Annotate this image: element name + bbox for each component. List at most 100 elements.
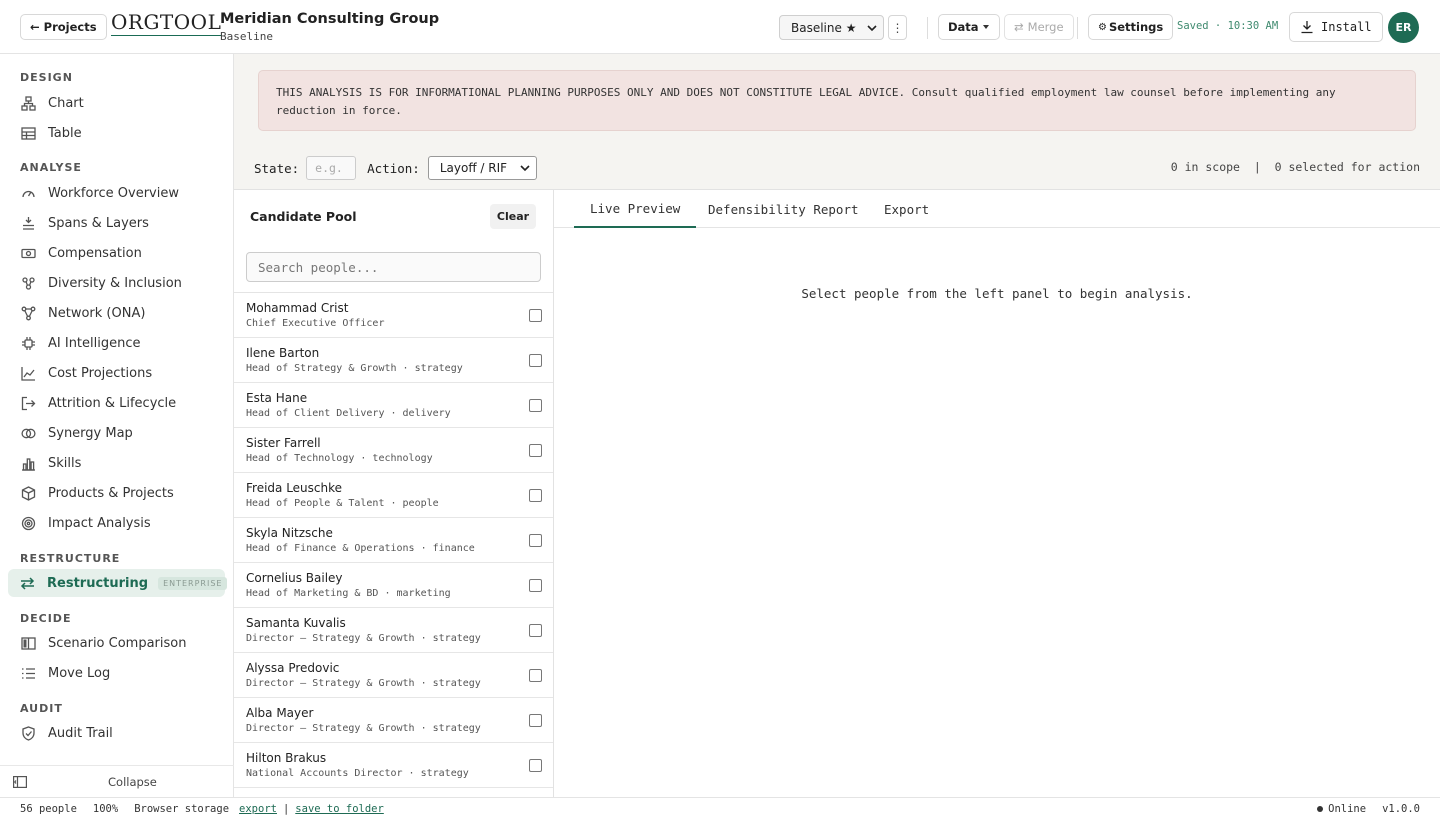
select-checkbox[interactable] (529, 624, 542, 637)
select-checkbox[interactable] (529, 354, 542, 367)
sidebar-item-table[interactable]: Table (8, 119, 225, 147)
sidebar-item-workforce-overview[interactable]: Workforce Overview (8, 179, 225, 207)
sidebar-item-synergy-map[interactable]: Synergy Map (8, 419, 225, 447)
sidebar-item-move-log[interactable]: Move Log (8, 659, 225, 687)
select-checkbox[interactable] (529, 759, 542, 772)
person-name: Alba Mayer (246, 706, 314, 720)
line-chart-icon (20, 365, 36, 381)
collapse-label: Collapse (108, 774, 157, 789)
list-item[interactable]: Skyla Nitzsche Head of Finance & Operatio… (234, 518, 553, 563)
sidebar-item-products-projects[interactable]: Products & Projects (8, 479, 225, 507)
list-icon (20, 665, 36, 681)
table-icon (20, 125, 36, 141)
action-label: Action: (367, 160, 420, 176)
org-name: Meridian Consulting Group (220, 11, 440, 27)
sidebar-item-label: Skills (48, 455, 82, 471)
sidebar-item-ai-intelligence[interactable]: AI Intelligence (8, 329, 225, 357)
list-item[interactable]: Sister Farrell Head of Technology · techn… (234, 428, 553, 473)
list-item[interactable]: Alyssa Predovic Director — Strategy & Gro… (234, 653, 553, 698)
select-checkbox[interactable] (529, 579, 542, 592)
tab-live-preview[interactable]: Live Preview (574, 190, 697, 228)
settings-button[interactable]: ⚙ Settings (1088, 14, 1174, 40)
action-select[interactable]: Layoff / RIF (427, 156, 537, 180)
chevron-down-icon (520, 165, 530, 172)
merge-button[interactable]: ⇄ Merge (1004, 14, 1074, 40)
search-people-input[interactable]: Search people... (246, 252, 541, 282)
section-decide: DECIDE (20, 612, 72, 625)
list-item[interactable]: Ilene Barton Head of Strategy & Growth · … (234, 338, 553, 383)
sidebar-toggle-icon (13, 775, 27, 788)
select-checkbox[interactable] (529, 309, 542, 322)
sidebar-item-label: Workforce Overview (48, 185, 179, 201)
sidebar-item-cost-projections[interactable]: Cost Projections (8, 359, 225, 387)
person-name: Samanta Kuvalis (246, 616, 346, 630)
sidebar-item-attrition-lifecycle[interactable]: Attrition & Lifecycle (8, 389, 225, 417)
select-checkbox[interactable] (529, 489, 542, 502)
data-label: Data (948, 20, 979, 34)
save-to-folder-link[interactable]: save to folder (295, 803, 384, 815)
sidebar-item-impact-analysis[interactable]: Impact Analysis (8, 509, 225, 537)
caret-down-icon (982, 25, 989, 29)
sidebar-item-restructuring[interactable]: Restructuring ENTERPRISE (8, 569, 228, 597)
sidebar: DESIGN Chart Table ANALYSE Workforce Ove… (0, 54, 234, 797)
select-checkbox[interactable] (529, 669, 542, 682)
select-checkbox[interactable] (529, 714, 542, 727)
user-avatar[interactable]: ER (1388, 12, 1419, 43)
people-list: Mohammad Crist Chief Executive Officer Il… (234, 292, 553, 788)
person-role: Head of Finance & Operations · finance (246, 543, 475, 554)
tab-defensibility-report[interactable]: Defensibility Report (708, 190, 859, 228)
select-checkbox[interactable] (529, 534, 542, 547)
sidebar-item-label: Audit Trail (48, 725, 113, 741)
sidebar-item-label: Cost Projections (48, 365, 153, 381)
columns-icon (20, 635, 36, 651)
list-item[interactable]: Hilton Brakus National Accounts Director … (234, 743, 553, 788)
sidebar-item-label: Table (48, 125, 82, 141)
divider (1077, 17, 1078, 39)
scenario-select[interactable]: Baseline ★ (779, 15, 884, 40)
bar-chart-icon (20, 455, 36, 471)
person-role: Head of Technology · technology (246, 453, 433, 464)
tab-export[interactable]: Export (884, 190, 929, 228)
list-item[interactable]: Esta Hane Head of Client Delivery · deliv… (234, 383, 553, 428)
person-role: Head of Marketing & BD · marketing (246, 588, 451, 599)
collapse-sidebar-button[interactable]: Collapse (0, 765, 234, 797)
money-icon (20, 245, 36, 261)
section-audit: AUDIT (20, 702, 63, 715)
list-item[interactable]: Freida Leuschke Head of People & Talent ·… (234, 473, 553, 518)
state-input[interactable]: e.g. (306, 156, 357, 180)
list-item[interactable]: Cornelius Bailey Head of Marketing & BD ·… (234, 563, 553, 608)
swap-icon (20, 575, 35, 591)
scenario-menu-button[interactable]: ⋮ (888, 15, 907, 40)
sidebar-item-scenario-comparison[interactable]: Scenario Comparison (8, 629, 225, 657)
section-restructure: RESTRUCTURE (20, 552, 121, 565)
list-item[interactable]: Samanta Kuvalis Director — Strategy & Gro… (234, 608, 553, 653)
kebab-icon: ⋮ (891, 20, 904, 35)
sidebar-item-diversity-inclusion[interactable]: Diversity & Inclusion (8, 269, 225, 297)
download-icon (1301, 21, 1313, 34)
install-button[interactable]: Install (1289, 12, 1383, 42)
sidebar-item-compensation[interactable]: Compensation (8, 239, 225, 267)
merge-icon: ⇄ (1014, 20, 1024, 34)
gear-icon: ⚙ (1098, 21, 1107, 33)
sidebar-item-skills[interactable]: Skills (8, 449, 225, 477)
list-item[interactable]: Mohammad Crist Chief Executive Officer (234, 293, 553, 338)
sidebar-item-chart[interactable]: Chart (8, 89, 225, 117)
list-item[interactable]: Alba Mayer Director — Strategy & Growth ·… (234, 698, 553, 743)
network-icon (20, 305, 36, 321)
shield-check-icon (20, 725, 36, 741)
analysis-panel: Live Preview Defensibility Report Export… (554, 189, 1440, 797)
clear-button[interactable]: Clear (490, 204, 536, 229)
select-checkbox[interactable] (529, 444, 542, 457)
back-to-projects-button[interactable]: ← Projects (20, 14, 107, 40)
settings-label: Settings (1108, 20, 1164, 34)
select-checkbox[interactable] (529, 399, 542, 412)
person-role: Head of Client Delivery · delivery (246, 408, 451, 419)
export-link[interactable]: export (239, 803, 277, 815)
chip-icon (20, 335, 36, 351)
sidebar-item-network-ona[interactable]: Network (ONA) (8, 299, 225, 327)
sidebar-item-audit-trail[interactable]: Audit Trail (8, 719, 225, 747)
scenario-select-value: Baseline ★ (791, 20, 857, 35)
status-bar: 56 people 100% Browser storage export | … (0, 797, 1440, 820)
data-menu-button[interactable]: Data (938, 14, 1000, 40)
sidebar-item-spans-layers[interactable]: Spans & Layers (8, 209, 225, 237)
